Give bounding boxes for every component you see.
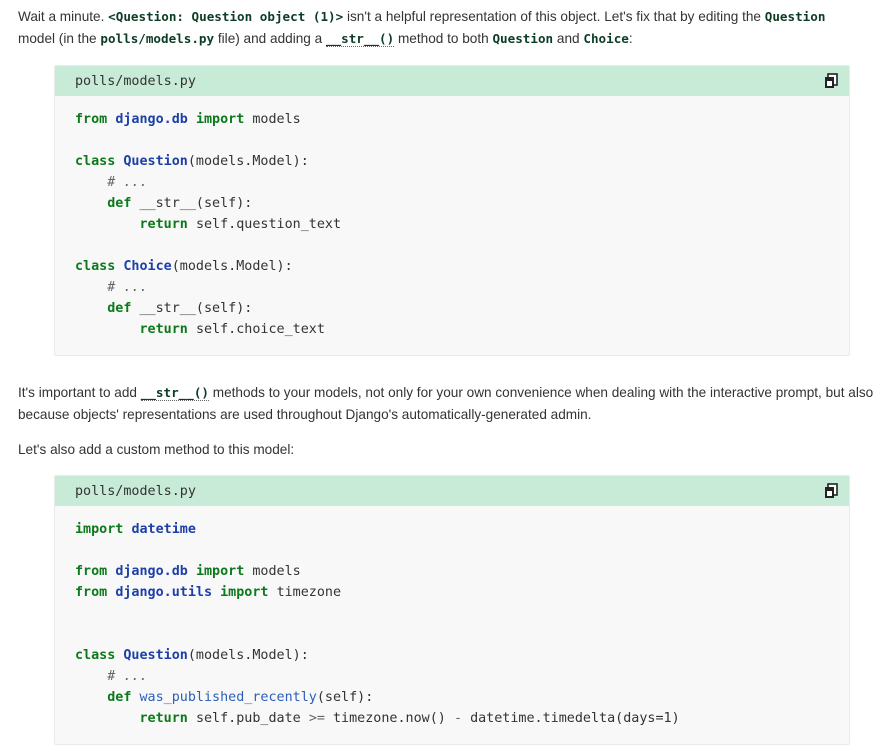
code-snippet: polls/models.py import datetime from djan… — [54, 475, 850, 745]
inline-code-link[interactable]: __str__() — [325, 31, 395, 47]
code-line: from django.db import models — [75, 564, 301, 579]
code-line: class Question(models.Model): — [75, 648, 309, 663]
code-line: from django.db import models — [75, 112, 301, 127]
code-line: return self.choice_text — [139, 322, 325, 337]
code-block: import datetime from django.db import mod… — [55, 506, 849, 744]
code-line: def was_published_recently(self): — [107, 690, 374, 705]
inline-code: Choice — [583, 31, 629, 46]
inline-code: polls/models.py — [100, 31, 215, 46]
intro-paragraph: Wait a minute. <Question: Question objec… — [18, 9, 826, 47]
code-line: return self.question_text — [139, 217, 342, 232]
importance-paragraph: It's important to add __str__() methods … — [18, 385, 874, 422]
snippet-header: polls/models.py — [55, 476, 849, 506]
code-line: class Question(models.Model): — [75, 154, 309, 169]
copy-icon[interactable] — [823, 73, 839, 89]
code-line: # ... — [107, 175, 148, 190]
inline-code: <Question: Question object (1)> — [108, 9, 344, 24]
custom-method-paragraph: Let's also add a custom method to this m… — [18, 442, 295, 457]
snippet-header: polls/models.py — [55, 66, 849, 96]
inline-code-link[interactable]: __str__() — [140, 385, 209, 401]
code-snippet: polls/models.py from django.db import mo… — [54, 65, 850, 356]
code-line: from django.utils import timezone — [75, 585, 342, 600]
code-line: import datetime — [75, 522, 196, 537]
code-line: def __str__(self): — [107, 301, 253, 316]
snippet-filename: polls/models.py — [75, 483, 196, 499]
code-block: from django.db import models class Questi… — [55, 96, 849, 355]
code-line: class Choice(models.Model): — [75, 259, 293, 274]
code-line: return self.pub_date >= timezone.now() -… — [139, 711, 680, 726]
inline-code: Question — [764, 9, 826, 24]
code-line: def __str__(self): — [107, 196, 253, 211]
snippet-filename: polls/models.py — [75, 73, 196, 89]
code-line: # ... — [107, 669, 148, 684]
copy-icon[interactable] — [823, 483, 839, 499]
code-line: # ... — [107, 280, 148, 295]
inline-code: Question — [492, 31, 554, 46]
